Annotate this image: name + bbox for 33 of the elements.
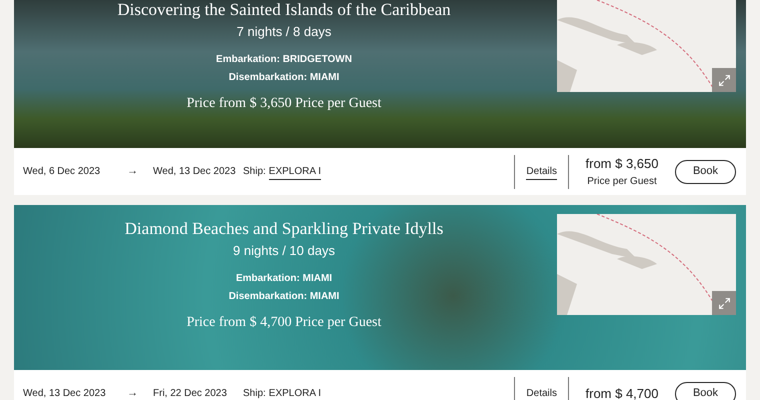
cruise-duration: 7 nights / 8 days [236,23,332,41]
arrow-glyph: → [127,386,139,400]
price: from $ 4,700 [586,384,658,400]
ship-label: Ship: [243,165,266,179]
details-link[interactable]: Details [526,164,557,180]
cruise-title: Diamond Beaches and Sparkling Private Idylls [124,219,444,239]
disembarkation-port: Disembarkation: MIAMI [228,70,340,84]
cruise-title: Discovering the Sainted Islands of the Caribbean [117,0,451,20]
ship-link[interactable]: EXPLORA I [268,164,322,180]
ship-label: Ship: [243,387,266,400]
arrow-glyph: → [127,164,139,180]
expand-icon [718,74,730,86]
price-line: Price from $ 4,700 Price per Guest [186,314,382,332]
route-map[interactable] [557,214,736,315]
price-note: Price per Guest [587,174,657,189]
book-button[interactable]: Book [675,382,736,400]
price-line: Price from $ 3,650 Price per Guest [186,94,382,112]
book-button[interactable]: Book [675,160,736,184]
start-date: Wed, 6 Dec 2023 [23,165,102,179]
details-link[interactable]: Details [526,386,557,400]
route-map[interactable] [557,0,736,92]
end-date: Fri, 22 Dec 2023 [153,387,228,400]
cruise-duration: 9 nights / 10 days [233,242,335,260]
price: from $ 3,650 [586,155,658,174]
expand-icon [718,296,730,310]
embarkation-port: Embarkation: BRIDGETOWN [216,52,352,66]
expand-button[interactable] [712,68,736,92]
start-date: Wed, 13 Dec 2023 [23,387,107,400]
disembarkation-port: Disembarkation: MIAMI [228,290,340,304]
ship-link[interactable]: EXPLORA I [268,386,322,400]
expand-button[interactable] [712,291,736,315]
end-date: Wed, 13 Dec 2023 [153,165,237,179]
embarkation-port: Embarkation: MIAMI [236,272,332,286]
